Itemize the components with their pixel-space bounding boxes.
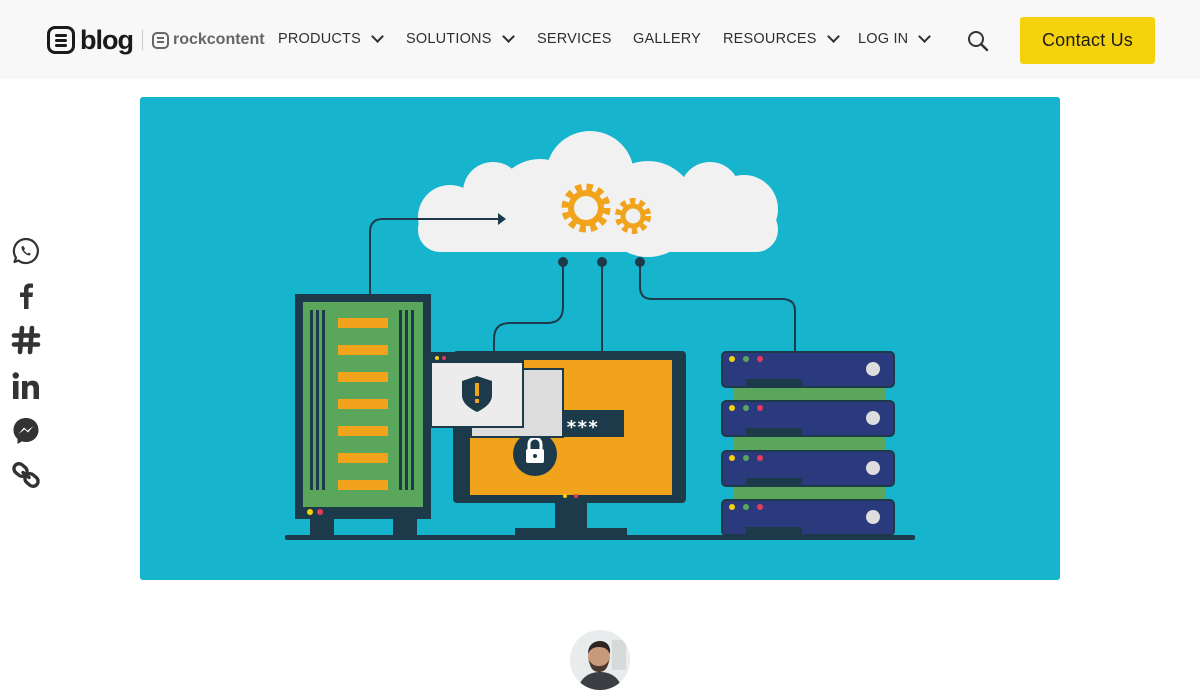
share-slack-button[interactable] xyxy=(10,324,42,356)
chevron-down-icon xyxy=(918,29,932,43)
nav-resources[interactable]: RESOURCES xyxy=(723,29,840,47)
nav-services[interactable]: SERVICES xyxy=(537,31,612,47)
nav-services-label: SERVICES xyxy=(537,31,612,47)
hero-image: *** xyxy=(140,97,1060,580)
nav-products-label: PRODUCTS xyxy=(278,31,361,47)
nav-gallery-label: GALLERY xyxy=(633,31,702,47)
share-facebook-button[interactable] xyxy=(10,279,42,311)
nav-login-label: LOG IN xyxy=(858,31,909,47)
nav-solutions[interactable]: SOLUTIONS xyxy=(406,29,515,47)
whatsapp-icon xyxy=(12,237,39,265)
nav-products[interactable]: PRODUCTS xyxy=(278,29,384,47)
rockcontent-logo-icon xyxy=(151,31,169,49)
nav-solutions-label: SOLUTIONS xyxy=(406,31,492,47)
rockcontent-logo-text: rockcontent xyxy=(172,31,265,48)
share-whatsapp-button[interactable] xyxy=(10,235,42,267)
contact-us-button[interactable]: Contact Us xyxy=(1020,17,1155,64)
share-messenger-button[interactable] xyxy=(10,415,42,447)
blog-logo-text: blog xyxy=(80,25,134,55)
link-icon xyxy=(12,462,40,488)
cloud-computing-illustration: *** xyxy=(140,97,1060,580)
slack-icon xyxy=(11,325,41,355)
nav-resources-label: RESOURCES xyxy=(723,31,817,47)
messenger-icon xyxy=(13,418,39,444)
share-copy-link-button[interactable] xyxy=(10,459,42,491)
search-icon xyxy=(968,31,989,52)
server-tower xyxy=(295,294,431,535)
logo-divider xyxy=(141,30,143,50)
chevron-down-icon xyxy=(501,29,515,43)
search-button[interactable] xyxy=(966,29,990,53)
nav-gallery[interactable]: GALLERY xyxy=(633,31,701,47)
site-header: blog rockcontent PRODUCTS SOLUTIONS SERV… xyxy=(0,0,1200,79)
blog-logo-icon xyxy=(47,26,75,54)
avatar-photo xyxy=(570,630,630,690)
chevron-down-icon xyxy=(826,29,840,43)
site-logo[interactable]: blog rockcontent xyxy=(47,24,265,56)
share-linkedin-button[interactable] xyxy=(10,370,42,402)
nav-login[interactable]: LOG IN xyxy=(858,29,932,47)
chevron-down-icon xyxy=(371,29,384,43)
password-mask: *** xyxy=(566,417,599,438)
facebook-icon xyxy=(20,283,33,309)
author-avatar[interactable] xyxy=(570,630,630,690)
linkedin-icon xyxy=(12,372,39,399)
server-rack xyxy=(721,351,895,536)
